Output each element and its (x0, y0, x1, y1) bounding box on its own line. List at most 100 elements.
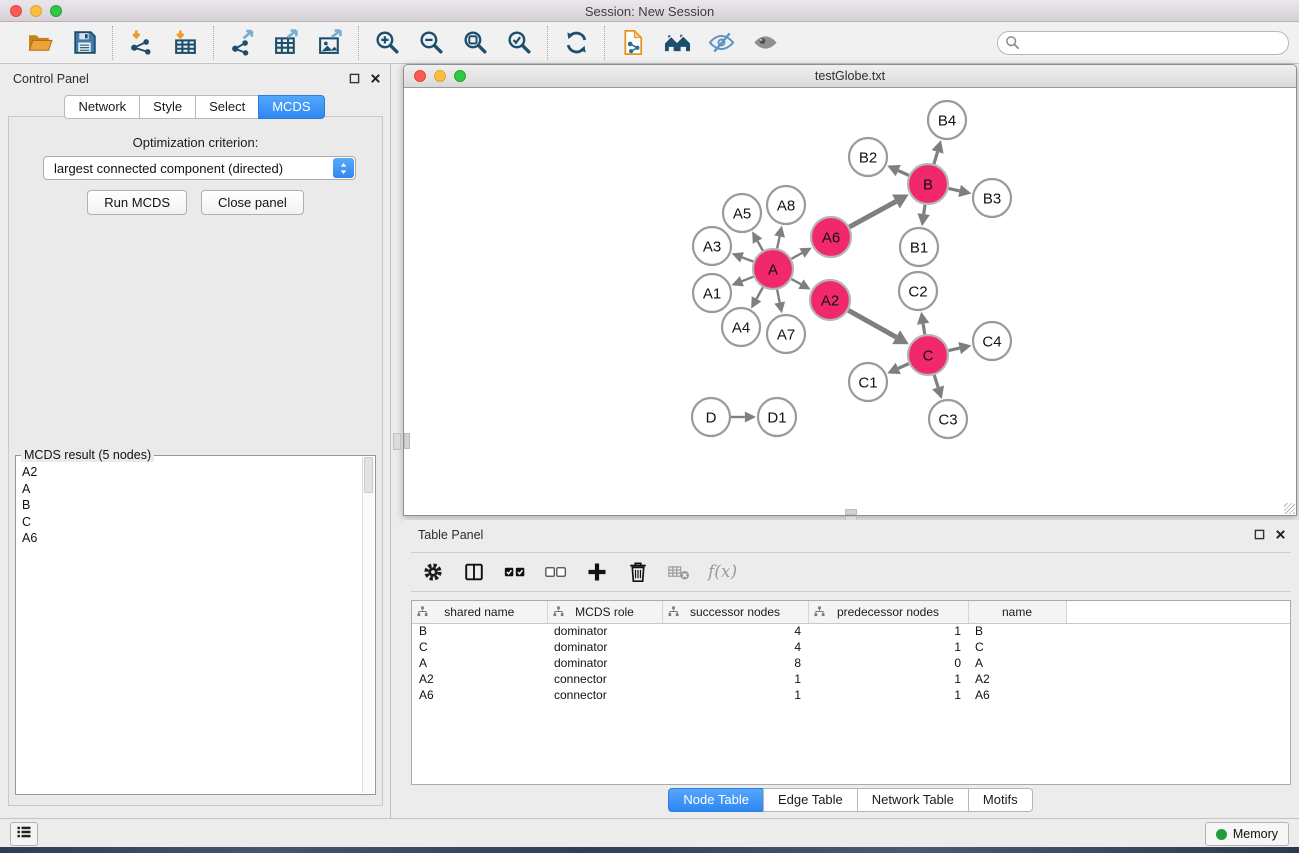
table-cell[interactable]: 1 (808, 687, 968, 703)
canvas-vertical-scrollbar[interactable] (404, 433, 410, 449)
edge-C-C4[interactable] (949, 348, 960, 350)
canvas-horizontal-scrollbar[interactable] (845, 509, 857, 515)
table-cell[interactable]: A (412, 655, 547, 671)
table-row[interactable]: A6connector11A6 (412, 687, 1290, 703)
column-header-predecessor-nodes[interactable]: predecessor nodes (808, 601, 968, 623)
node-table[interactable]: shared nameMCDS rolesuccessor nodesprede… (411, 600, 1291, 785)
network-canvas[interactable]: B4B2BB3A8A5A6A3B1AC2A1A2A4A7C4CC1DD1C3 (404, 88, 1296, 515)
edge-B-B4[interactable] (934, 152, 938, 164)
column-header-MCDS-role[interactable]: MCDS role (547, 601, 662, 623)
close-panel-button[interactable]: Close panel (201, 190, 304, 215)
table-cell[interactable]: connector (547, 671, 662, 687)
column-header-name[interactable]: name (968, 601, 1066, 623)
edge-A2-C[interactable] (848, 310, 896, 337)
hide-details-icon[interactable] (706, 28, 736, 58)
edge-B-B2[interactable] (898, 171, 909, 176)
edge-A6-B[interactable] (849, 202, 896, 227)
table-cell[interactable]: B (412, 623, 547, 639)
table-cell[interactable]: 1 (662, 671, 808, 687)
edge-C-C1[interactable] (898, 364, 909, 369)
column-header-shared-name[interactable]: shared name (412, 601, 547, 623)
columns-icon[interactable] (462, 560, 486, 584)
edge-A-A5[interactable] (758, 241, 763, 251)
edge-A-A2[interactable] (791, 279, 800, 284)
tab-network[interactable]: Network (64, 95, 140, 119)
edge-A-A6[interactable] (791, 253, 802, 259)
table-cell[interactable]: C (412, 639, 547, 655)
edge-C-C3[interactable] (934, 375, 938, 387)
result-item[interactable]: A2 (18, 464, 361, 481)
table-cell[interactable]: connector (547, 687, 662, 703)
refresh-icon[interactable] (561, 28, 591, 58)
deselect-all-icon[interactable] (544, 560, 568, 584)
edge-A-A3[interactable] (742, 257, 753, 261)
tab-motifs[interactable]: Motifs (968, 788, 1033, 812)
zoom-fit-icon[interactable] (460, 28, 490, 58)
edge-A-A8[interactable] (777, 236, 779, 248)
edge-C-C2[interactable] (923, 324, 925, 334)
tab-network-table[interactable]: Network Table (857, 788, 969, 812)
float-icon[interactable] (348, 72, 361, 85)
window-resize-grip[interactable] (1284, 503, 1295, 514)
table-cell[interactable]: dominator (547, 655, 662, 671)
memory-button[interactable]: Memory (1205, 822, 1289, 846)
table-cell[interactable]: C (968, 639, 1066, 655)
table-cell[interactable]: 1 (808, 623, 968, 639)
close-icon[interactable] (1274, 528, 1287, 541)
table-cell[interactable]: A6 (412, 687, 547, 703)
search-input[interactable] (997, 31, 1289, 55)
close-icon[interactable] (369, 72, 382, 85)
mcds-result-list[interactable]: A2ABCA6 (18, 464, 361, 792)
edge-B-B3[interactable] (949, 188, 960, 190)
table-cell[interactable]: 1 (808, 639, 968, 655)
result-item[interactable]: A6 (18, 530, 361, 547)
table-cell[interactable]: 0 (808, 655, 968, 671)
show-details-icon[interactable] (750, 28, 780, 58)
result-item[interactable]: A (18, 481, 361, 498)
tab-style[interactable]: Style (139, 95, 196, 119)
save-session-icon[interactable] (69, 28, 99, 58)
add-row-icon[interactable] (585, 560, 609, 584)
delete-row-icon[interactable] (626, 560, 650, 584)
home-icon[interactable] (662, 28, 692, 58)
table-cell[interactable]: 1 (662, 687, 808, 703)
select-all-icon[interactable] (503, 560, 527, 584)
export-network-icon[interactable] (227, 28, 257, 58)
export-image-icon[interactable] (315, 28, 345, 58)
result-item[interactable]: C (18, 514, 361, 531)
network-from-document-icon[interactable] (618, 28, 648, 58)
edge-A-A7[interactable] (777, 290, 780, 303)
network-window-titlebar[interactable]: testGlobe.txt (404, 65, 1296, 88)
float-icon[interactable] (1253, 528, 1266, 541)
table-row[interactable]: Cdominator41C (412, 639, 1290, 655)
tab-edge-table[interactable]: Edge Table (763, 788, 858, 812)
tab-select[interactable]: Select (195, 95, 259, 119)
result-scrollbar[interactable] (362, 457, 374, 793)
table-cell[interactable]: A6 (968, 687, 1066, 703)
table-cell[interactable]: A (968, 655, 1066, 671)
table-cell[interactable]: 4 (662, 639, 808, 655)
edge-B-B1[interactable] (924, 205, 925, 214)
table-cell[interactable]: 8 (662, 655, 808, 671)
zoom-out-icon[interactable] (416, 28, 446, 58)
open-session-icon[interactable] (25, 28, 55, 58)
table-cell[interactable]: 1 (808, 671, 968, 687)
table-cell[interactable]: dominator (547, 639, 662, 655)
task-history-button[interactable] (10, 822, 38, 846)
export-table-icon[interactable] (271, 28, 301, 58)
run-mcds-button[interactable]: Run MCDS (87, 190, 187, 215)
network-graph[interactable]: B4B2BB3A8A5A6A3B1AC2A1A2A4A7C4CC1DD1C3 (404, 88, 1296, 515)
table-cell[interactable]: A2 (412, 671, 547, 687)
edge-A-A1[interactable] (742, 277, 754, 282)
table-cell[interactable]: 4 (662, 623, 808, 639)
table-cell[interactable]: A2 (968, 671, 1066, 687)
import-table-icon[interactable] (170, 28, 200, 58)
edge-A-A4[interactable] (757, 287, 763, 298)
tab-node-table[interactable]: Node Table (668, 788, 764, 812)
zoom-selected-icon[interactable] (504, 28, 534, 58)
tab-mcds[interactable]: MCDS (258, 95, 324, 119)
result-item[interactable]: B (18, 497, 361, 514)
vertical-split-handle[interactable] (393, 433, 401, 450)
optimization-criterion-select[interactable]: largest connected component (directed) (43, 156, 356, 180)
table-row[interactable]: A2connector11A2 (412, 671, 1290, 687)
